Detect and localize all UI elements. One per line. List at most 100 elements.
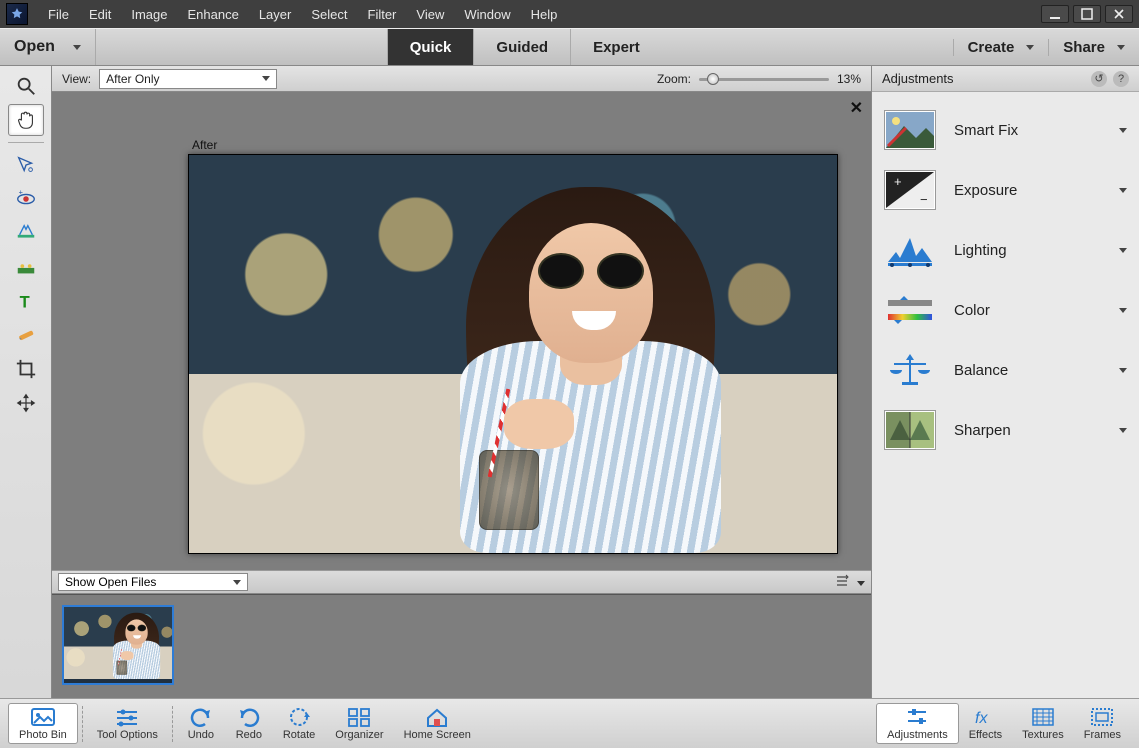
tool-hand[interactable]: [8, 104, 44, 136]
rotate-button[interactable]: Rotate: [273, 704, 325, 743]
button-label: Organizer: [335, 729, 383, 741]
view-label: View:: [62, 72, 91, 86]
menu-filter[interactable]: Filter: [358, 3, 407, 26]
chevron-down-icon: [1119, 245, 1127, 256]
svg-text:−: −: [920, 192, 928, 207]
tool-move[interactable]: [8, 387, 44, 419]
tool-crop[interactable]: [8, 353, 44, 385]
smart-fix-icon: [884, 110, 936, 150]
menu-layer[interactable]: Layer: [249, 3, 302, 26]
tab-expert[interactable]: Expert: [570, 29, 662, 65]
svg-text:+: +: [18, 188, 22, 196]
view-dropdown[interactable]: After Only: [99, 69, 277, 89]
chevron-down-icon: [1119, 425, 1127, 436]
tool-zoom[interactable]: [8, 70, 44, 102]
svg-text:fx: fx: [975, 710, 988, 727]
close-document-button[interactable]: ✕: [850, 98, 863, 118]
window-maximize-button[interactable]: [1073, 5, 1101, 23]
tool-quick-select[interactable]: [8, 149, 44, 181]
panel-effects-button[interactable]: fx Effects: [959, 704, 1012, 743]
panel-frames-button[interactable]: Frames: [1074, 704, 1131, 743]
tool-palette: + T: [0, 66, 52, 698]
tab-guided[interactable]: Guided: [473, 29, 570, 65]
adjustment-balance[interactable]: Balance: [876, 340, 1135, 400]
help-icon[interactable]: ?: [1113, 71, 1129, 87]
share-menu-button[interactable]: Share: [1048, 39, 1139, 56]
menu-image[interactable]: Image: [121, 3, 177, 26]
adjustment-label: Sharpen: [954, 422, 1011, 439]
create-label: Create: [968, 39, 1015, 56]
adjustment-sharpen[interactable]: Sharpen: [876, 400, 1135, 460]
redo-button[interactable]: Redo: [225, 704, 273, 743]
bin-filter-dropdown[interactable]: Show Open Files: [58, 573, 248, 591]
panel-textures-button[interactable]: Textures: [1012, 704, 1074, 743]
chevron-down-icon: [262, 76, 270, 81]
chevron-down-icon: [233, 580, 241, 585]
button-label: Adjustments: [887, 729, 948, 741]
color-icon: [884, 290, 936, 330]
tab-quick[interactable]: Quick: [387, 29, 474, 65]
canvas-area: ✕ After: [52, 92, 871, 570]
menu-window[interactable]: Window: [454, 3, 520, 26]
tool-whiten-teeth[interactable]: [8, 217, 44, 249]
tool-spot-heal[interactable]: [8, 319, 44, 351]
mode-bar: Open Quick Guided Expert Create Share: [0, 28, 1139, 66]
photo-bin-button[interactable]: Photo Bin: [8, 703, 78, 744]
tool-redeye[interactable]: +: [8, 183, 44, 215]
svg-text:T: T: [19, 293, 29, 311]
menu-enhance[interactable]: Enhance: [178, 3, 249, 26]
lighting-icon: [884, 230, 936, 270]
undo-button[interactable]: Undo: [177, 704, 225, 743]
bin-collapse-icon[interactable]: [857, 575, 865, 589]
adjustment-lighting[interactable]: Lighting: [876, 220, 1135, 280]
home-screen-button[interactable]: Home Screen: [394, 704, 481, 743]
share-label: Share: [1063, 39, 1105, 56]
create-menu-button[interactable]: Create: [953, 39, 1049, 56]
chevron-down-icon: [1119, 305, 1127, 316]
exposure-icon: +−: [884, 170, 936, 210]
view-options-bar: View: After Only Zoom: 13%: [52, 66, 871, 92]
window-minimize-button[interactable]: [1041, 5, 1069, 23]
balance-icon: [884, 350, 936, 390]
panel-adjustments-button[interactable]: Adjustments: [876, 703, 959, 744]
chevron-down-icon: [1119, 365, 1127, 376]
open-menu-button[interactable]: Open: [0, 29, 96, 65]
adjustments-panel-title: Adjustments: [882, 71, 954, 86]
tool-text[interactable]: T: [8, 285, 44, 317]
adjustment-label: Smart Fix: [954, 122, 1018, 139]
menu-help[interactable]: Help: [521, 3, 568, 26]
tool-straighten[interactable]: [8, 251, 44, 283]
adjustment-exposure[interactable]: +− Exposure: [876, 160, 1135, 220]
chevron-down-icon: [1119, 185, 1127, 196]
zoom-label: Zoom:: [657, 72, 691, 86]
view-dropdown-value: After Only: [106, 72, 159, 86]
photo-bin-bar: Show Open Files: [52, 570, 871, 594]
button-label: Photo Bin: [19, 729, 67, 741]
organizer-button[interactable]: Organizer: [325, 704, 393, 743]
bin-filter-value: Show Open Files: [65, 575, 156, 589]
adjustments-panel: Adjustments ↺ ? Smart Fix +− Exposure: [871, 66, 1139, 698]
menu-file[interactable]: File: [38, 3, 79, 26]
adjustment-color[interactable]: Color: [876, 280, 1135, 340]
svg-text:+: +: [894, 174, 902, 189]
app-logo: [6, 3, 28, 25]
photo-thumbnail[interactable]: [62, 605, 174, 685]
tool-options-button[interactable]: Tool Options: [87, 704, 168, 743]
chevron-down-icon: [1026, 42, 1034, 53]
button-label: Redo: [236, 729, 262, 741]
bin-list-icon[interactable]: [835, 574, 849, 591]
menu-edit[interactable]: Edit: [79, 3, 121, 26]
button-label: Frames: [1084, 729, 1121, 741]
document-canvas[interactable]: [188, 154, 838, 554]
menu-view[interactable]: View: [406, 3, 454, 26]
menu-select[interactable]: Select: [301, 3, 357, 26]
window-close-button[interactable]: [1105, 5, 1133, 23]
chevron-down-icon: [1119, 125, 1127, 136]
adjustment-smart-fix[interactable]: Smart Fix: [876, 100, 1135, 160]
zoom-value: 13%: [837, 72, 861, 86]
zoom-slider[interactable]: [699, 72, 829, 86]
chevron-down-icon: [1117, 42, 1125, 53]
button-label: Effects: [969, 729, 1002, 741]
adjustment-label: Color: [954, 302, 990, 319]
reset-icon[interactable]: ↺: [1091, 71, 1107, 87]
